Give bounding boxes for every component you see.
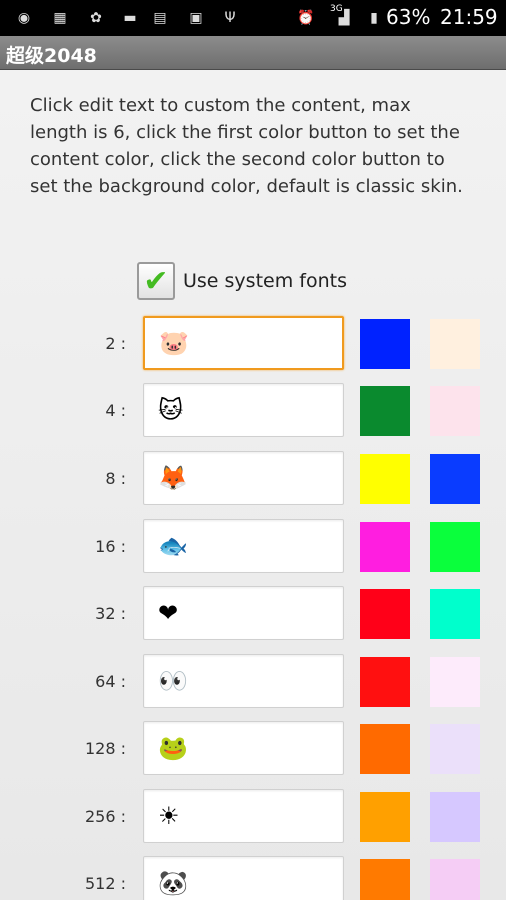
signal-icon: 3G ▟ xyxy=(330,4,350,26)
signal-label: 3G xyxy=(330,4,343,14)
battery-percent: 63% xyxy=(386,5,431,29)
tile-value-label: 4 : xyxy=(105,401,126,420)
tile-value-label: 256 : xyxy=(84,807,126,826)
background-color-button[interactable] xyxy=(430,386,480,436)
tile-row-8: 8 : 🦊 xyxy=(0,451,506,509)
tile-row-512: 512 : 🐼 xyxy=(0,856,506,900)
status-bar: ◉ ▦ ✿ ▬ ▤ ▣ Ψ ⏰ 3G ▟ ▮ 63% 21:59 xyxy=(0,0,506,36)
app-icon-2: ▦ xyxy=(53,10,67,26)
text-color-button[interactable] xyxy=(360,319,410,369)
background-color-button[interactable] xyxy=(430,589,480,639)
usb-icon: Ψ xyxy=(224,10,236,26)
tile-row-2: 2 : 🐷 xyxy=(0,316,506,374)
alarm-icon: ⏰ xyxy=(297,10,315,26)
title-bar: 超级2048 xyxy=(0,36,506,70)
instructions-text: Click edit text to custom the content, m… xyxy=(30,95,463,197)
tile-text-input[interactable]: ❤ xyxy=(143,586,344,640)
background-color-button[interactable] xyxy=(430,319,480,369)
chat-icon: ▣ xyxy=(189,10,203,26)
text-color-button[interactable] xyxy=(360,522,410,572)
tile-text-input[interactable]: 🐷 xyxy=(143,316,344,370)
notification-icon: ✿ xyxy=(90,10,102,26)
system-fonts-label: Use system fonts xyxy=(183,270,347,292)
tile-text-input[interactable]: 👀 xyxy=(143,654,344,708)
background-color-button[interactable] xyxy=(430,859,480,900)
tile-value-label: 16 : xyxy=(95,537,126,556)
chart-icon: ▤ xyxy=(153,10,167,26)
tile-row-4: 4 : 🐱 xyxy=(0,383,506,441)
background-color-button[interactable] xyxy=(430,454,480,504)
tile-text-input[interactable]: ☀ xyxy=(143,789,344,843)
tile-text-input[interactable]: 🐱 xyxy=(143,383,344,437)
text-color-button[interactable] xyxy=(360,386,410,436)
tile-value-label: 8 : xyxy=(105,469,126,488)
battery-icon: ▮ xyxy=(370,10,378,26)
tile-row-128: 128 : 🐸 xyxy=(0,721,506,779)
car-icon: ▬ xyxy=(123,10,137,26)
checkmark-icon: ✔ xyxy=(143,263,169,299)
tile-value-label: 2 : xyxy=(105,334,126,353)
text-color-button[interactable] xyxy=(360,724,410,774)
system-fonts-option[interactable]: ✔ Use system fonts xyxy=(137,260,347,302)
tile-text-input[interactable]: 🐼 xyxy=(143,856,344,900)
text-color-button[interactable] xyxy=(360,454,410,504)
tile-value-label: 64 : xyxy=(95,672,126,691)
background-color-button[interactable] xyxy=(430,522,480,572)
text-color-button[interactable] xyxy=(360,657,410,707)
tile-text-input[interactable]: 🐸 xyxy=(143,721,344,775)
background-color-button[interactable] xyxy=(430,792,480,842)
settings-content: Click edit text to custom the content, m… xyxy=(0,70,506,900)
system-fonts-checkbox[interactable]: ✔ xyxy=(137,262,175,300)
tile-value-label: 32 : xyxy=(95,604,126,623)
tile-value-label: 128 : xyxy=(84,739,126,758)
tile-row-32: 32 : ❤ xyxy=(0,586,506,644)
tile-row-16: 16 : 🐟 xyxy=(0,519,506,577)
text-color-button[interactable] xyxy=(360,859,410,900)
text-color-button[interactable] xyxy=(360,792,410,842)
clock: 21:59 xyxy=(440,5,498,29)
background-color-button[interactable] xyxy=(430,657,480,707)
background-color-button[interactable] xyxy=(430,724,480,774)
text-color-button[interactable] xyxy=(360,589,410,639)
tile-row-256: 256 : ☀ xyxy=(0,789,506,847)
app-icon-1: ◉ xyxy=(17,10,31,26)
tile-row-64: 64 : 👀 xyxy=(0,654,506,712)
tile-value-label: 512 : xyxy=(84,874,126,893)
tile-text-input[interactable]: 🦊 xyxy=(143,451,344,505)
tile-text-input[interactable]: 🐟 xyxy=(143,519,344,573)
app-title: 超级2048 xyxy=(6,45,97,67)
